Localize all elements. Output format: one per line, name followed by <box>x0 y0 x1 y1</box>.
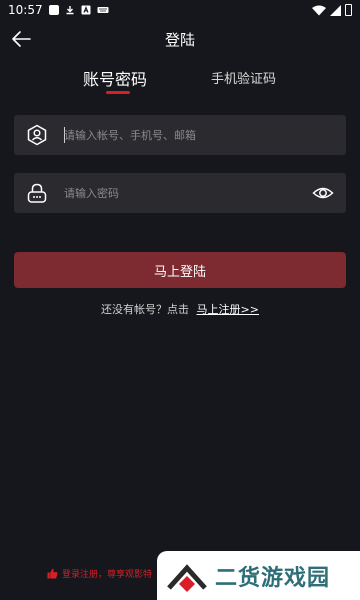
password-field <box>14 173 346 213</box>
account-field <box>14 115 346 155</box>
status-indicators <box>312 4 352 16</box>
keyboard-icon <box>97 7 109 13</box>
site-watermark: 二货游戏园 <box>157 551 360 600</box>
back-arrow-icon[interactable] <box>10 28 32 50</box>
page-title: 登陆 <box>164 30 195 49</box>
account-input[interactable] <box>64 115 314 155</box>
notice-text: 登录注册，尊享观影特 <box>62 570 153 580</box>
tab-account-password[interactable]: 账号密码 <box>83 66 147 90</box>
status-time: 10:57 <box>8 3 43 17</box>
login-tabs: 账号密码 手机验证码 <box>0 64 360 96</box>
benefit-notice: 登录注册，尊享观影特 <box>47 567 152 580</box>
wifi-icon <box>312 5 326 15</box>
status-bar: 10:57 <box>0 0 360 20</box>
password-input[interactable] <box>64 173 314 213</box>
tab-sms-code[interactable]: 手机验证码 <box>211 68 276 87</box>
register-prompt-text: 还没有帐号？点击 <box>101 303 190 316</box>
thumbs-up-icon <box>47 568 58 579</box>
eye-icon[interactable] <box>312 182 334 204</box>
watermark-text: 二货游戏园 <box>215 565 331 591</box>
register-prompt: 还没有帐号？点击 马上注册>> <box>0 301 360 317</box>
battery-icon <box>345 4 352 16</box>
lock-icon <box>27 183 47 203</box>
app-notification-icon <box>48 5 59 15</box>
login-button[interactable]: 马上登陆 <box>14 252 346 288</box>
user-icon <box>27 124 47 146</box>
download-icon <box>66 6 74 15</box>
app-header: 登陆 <box>0 20 360 58</box>
login-page: 10:57 登陆 账号密码 手机验证码 请输入帐号、手机号、邮箱 马上登陆 还没… <box>0 0 360 600</box>
font-notification-icon <box>81 5 91 15</box>
watermark-logo-icon <box>167 563 207 592</box>
register-link[interactable]: 马上注册>> <box>197 303 259 316</box>
signal-icon <box>330 4 341 16</box>
active-tab-indicator <box>106 91 130 94</box>
